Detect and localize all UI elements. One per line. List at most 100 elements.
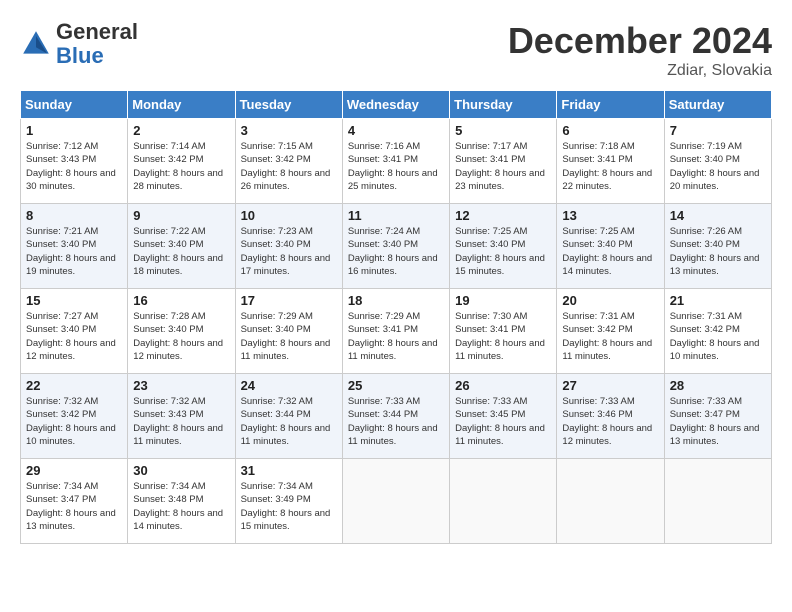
day-number: 11 [348,208,444,223]
day-info: Sunrise: 7:12 AMSunset: 3:43 PMDaylight:… [26,141,116,192]
logo: General Blue [20,20,138,68]
calendar-cell [450,459,557,544]
day-info: Sunrise: 7:22 AMSunset: 3:40 PMDaylight:… [133,226,223,277]
logo-general: General [56,19,138,44]
calendar-cell: 22 Sunrise: 7:32 AMSunset: 3:42 PMDaylig… [21,374,128,459]
day-number: 27 [562,378,658,393]
day-number: 9 [133,208,229,223]
day-number: 12 [455,208,551,223]
calendar-cell [557,459,664,544]
calendar-cell: 21 Sunrise: 7:31 AMSunset: 3:42 PMDaylig… [664,289,771,374]
calendar-cell: 23 Sunrise: 7:32 AMSunset: 3:43 PMDaylig… [128,374,235,459]
calendar-cell: 2 Sunrise: 7:14 AMSunset: 3:42 PMDayligh… [128,119,235,204]
day-info: Sunrise: 7:27 AMSunset: 3:40 PMDaylight:… [26,311,116,362]
day-info: Sunrise: 7:31 AMSunset: 3:42 PMDaylight:… [670,311,760,362]
col-thursday: Thursday [450,91,557,119]
day-number: 13 [562,208,658,223]
day-number: 8 [26,208,122,223]
col-sunday: Sunday [21,91,128,119]
col-friday: Friday [557,91,664,119]
day-number: 16 [133,293,229,308]
calendar-cell: 29 Sunrise: 7:34 AMSunset: 3:47 PMDaylig… [21,459,128,544]
day-info: Sunrise: 7:23 AMSunset: 3:40 PMDaylight:… [241,226,331,277]
day-number: 20 [562,293,658,308]
col-saturday: Saturday [664,91,771,119]
day-info: Sunrise: 7:15 AMSunset: 3:42 PMDaylight:… [241,141,331,192]
day-number: 22 [26,378,122,393]
day-info: Sunrise: 7:29 AMSunset: 3:40 PMDaylight:… [241,311,331,362]
calendar-cell: 11 Sunrise: 7:24 AMSunset: 3:40 PMDaylig… [342,204,449,289]
calendar-row-0: 1 Sunrise: 7:12 AMSunset: 3:43 PMDayligh… [21,119,772,204]
day-info: Sunrise: 7:14 AMSunset: 3:42 PMDaylight:… [133,141,223,192]
col-monday: Monday [128,91,235,119]
calendar-table: Sunday Monday Tuesday Wednesday Thursday… [20,90,772,544]
location: Zdiar, Slovakia [508,62,772,80]
day-info: Sunrise: 7:33 AMSunset: 3:46 PMDaylight:… [562,396,652,447]
day-number: 25 [348,378,444,393]
calendar-cell: 8 Sunrise: 7:21 AMSunset: 3:40 PMDayligh… [21,204,128,289]
calendar-cell: 25 Sunrise: 7:33 AMSunset: 3:44 PMDaylig… [342,374,449,459]
day-number: 7 [670,123,766,138]
day-info: Sunrise: 7:33 AMSunset: 3:44 PMDaylight:… [348,396,438,447]
day-info: Sunrise: 7:32 AMSunset: 3:43 PMDaylight:… [133,396,223,447]
calendar-row-1: 8 Sunrise: 7:21 AMSunset: 3:40 PMDayligh… [21,204,772,289]
calendar-cell [342,459,449,544]
calendar-cell: 17 Sunrise: 7:29 AMSunset: 3:40 PMDaylig… [235,289,342,374]
day-info: Sunrise: 7:28 AMSunset: 3:40 PMDaylight:… [133,311,223,362]
calendar-cell: 12 Sunrise: 7:25 AMSunset: 3:40 PMDaylig… [450,204,557,289]
day-info: Sunrise: 7:25 AMSunset: 3:40 PMDaylight:… [562,226,652,277]
day-number: 21 [670,293,766,308]
day-number: 26 [455,378,551,393]
calendar-cell: 28 Sunrise: 7:33 AMSunset: 3:47 PMDaylig… [664,374,771,459]
day-number: 14 [670,208,766,223]
col-tuesday: Tuesday [235,91,342,119]
calendar-cell: 27 Sunrise: 7:33 AMSunset: 3:46 PMDaylig… [557,374,664,459]
day-info: Sunrise: 7:29 AMSunset: 3:41 PMDaylight:… [348,311,438,362]
calendar-cell: 16 Sunrise: 7:28 AMSunset: 3:40 PMDaylig… [128,289,235,374]
month-title: December 2024 [508,20,772,62]
logo-icon [20,28,52,60]
calendar-cell: 5 Sunrise: 7:17 AMSunset: 3:41 PMDayligh… [450,119,557,204]
day-info: Sunrise: 7:33 AMSunset: 3:45 PMDaylight:… [455,396,545,447]
day-info: Sunrise: 7:17 AMSunset: 3:41 PMDaylight:… [455,141,545,192]
day-info: Sunrise: 7:16 AMSunset: 3:41 PMDaylight:… [348,141,438,192]
day-number: 28 [670,378,766,393]
day-number: 3 [241,123,337,138]
day-info: Sunrise: 7:34 AMSunset: 3:47 PMDaylight:… [26,481,116,532]
day-info: Sunrise: 7:26 AMSunset: 3:40 PMDaylight:… [670,226,760,277]
day-info: Sunrise: 7:24 AMSunset: 3:40 PMDaylight:… [348,226,438,277]
page-container: General Blue December 2024 Zdiar, Slovak… [0,0,792,554]
logo-text: General Blue [56,20,138,68]
title-block: December 2024 Zdiar, Slovakia [508,20,772,80]
day-number: 4 [348,123,444,138]
day-info: Sunrise: 7:21 AMSunset: 3:40 PMDaylight:… [26,226,116,277]
calendar-row-2: 15 Sunrise: 7:27 AMSunset: 3:40 PMDaylig… [21,289,772,374]
calendar-cell: 24 Sunrise: 7:32 AMSunset: 3:44 PMDaylig… [235,374,342,459]
calendar-cell: 9 Sunrise: 7:22 AMSunset: 3:40 PMDayligh… [128,204,235,289]
calendar-cell: 7 Sunrise: 7:19 AMSunset: 3:40 PMDayligh… [664,119,771,204]
day-info: Sunrise: 7:33 AMSunset: 3:47 PMDaylight:… [670,396,760,447]
calendar-cell: 18 Sunrise: 7:29 AMSunset: 3:41 PMDaylig… [342,289,449,374]
day-number: 19 [455,293,551,308]
day-number: 10 [241,208,337,223]
day-number: 15 [26,293,122,308]
calendar-cell: 30 Sunrise: 7:34 AMSunset: 3:48 PMDaylig… [128,459,235,544]
day-info: Sunrise: 7:32 AMSunset: 3:44 PMDaylight:… [241,396,331,447]
day-info: Sunrise: 7:32 AMSunset: 3:42 PMDaylight:… [26,396,116,447]
day-info: Sunrise: 7:30 AMSunset: 3:41 PMDaylight:… [455,311,545,362]
calendar-cell: 31 Sunrise: 7:34 AMSunset: 3:49 PMDaylig… [235,459,342,544]
calendar-cell: 6 Sunrise: 7:18 AMSunset: 3:41 PMDayligh… [557,119,664,204]
day-number: 1 [26,123,122,138]
calendar-cell: 14 Sunrise: 7:26 AMSunset: 3:40 PMDaylig… [664,204,771,289]
col-wednesday: Wednesday [342,91,449,119]
calendar-cell [664,459,771,544]
day-info: Sunrise: 7:34 AMSunset: 3:49 PMDaylight:… [241,481,331,532]
day-number: 6 [562,123,658,138]
day-number: 23 [133,378,229,393]
day-number: 2 [133,123,229,138]
day-info: Sunrise: 7:25 AMSunset: 3:40 PMDaylight:… [455,226,545,277]
calendar-cell: 13 Sunrise: 7:25 AMSunset: 3:40 PMDaylig… [557,204,664,289]
calendar-row-4: 29 Sunrise: 7:34 AMSunset: 3:47 PMDaylig… [21,459,772,544]
calendar-cell: 3 Sunrise: 7:15 AMSunset: 3:42 PMDayligh… [235,119,342,204]
calendar-cell: 15 Sunrise: 7:27 AMSunset: 3:40 PMDaylig… [21,289,128,374]
